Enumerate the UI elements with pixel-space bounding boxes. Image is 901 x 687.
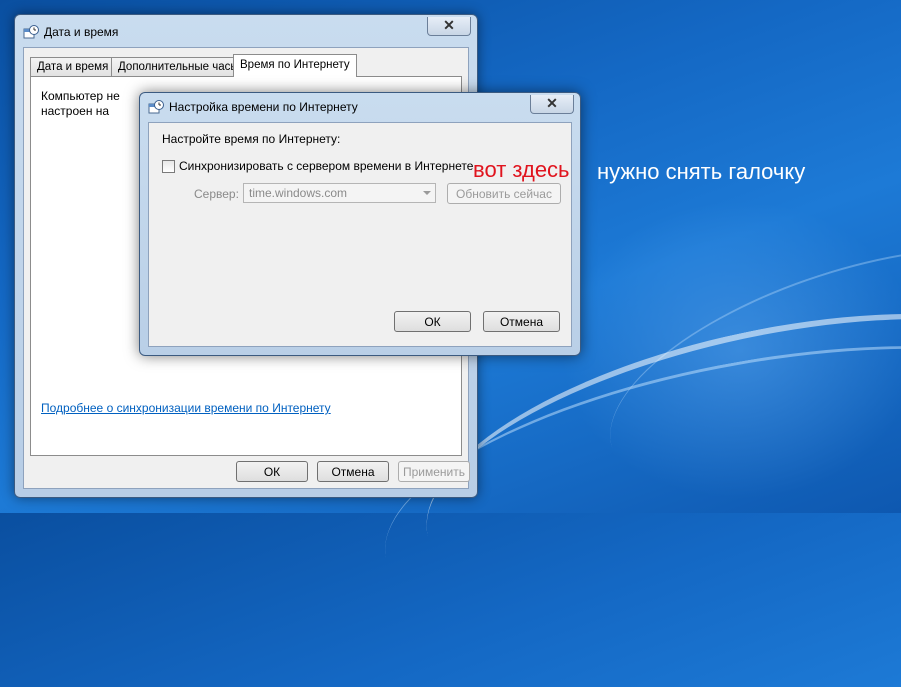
- tab-internet-time[interactable]: Время по Интернету: [233, 54, 357, 77]
- dialog-title: Настройка времени по Интернету: [169, 100, 358, 114]
- internet-time-help-link[interactable]: Подробнее о синхронизации времени по Инт…: [41, 401, 331, 415]
- close-button[interactable]: ✕: [530, 95, 574, 114]
- datetime-icon: [23, 25, 39, 39]
- internet-time-settings-dialog: Настройка времени по Интернету ✕ Настрой…: [139, 92, 581, 356]
- dialog-heading: Настройте время по Интернету:: [162, 132, 341, 146]
- dialog-ok-button[interactable]: ОК: [394, 311, 471, 332]
- chevron-down-icon: [423, 191, 431, 195]
- dialog-body: Настройте время по Интернету: Синхронизи…: [148, 122, 572, 347]
- datetime-icon: [148, 100, 164, 114]
- tab-additional-clocks[interactable]: Дополнительные часы: [111, 57, 246, 76]
- window-titlebar[interactable]: Дата и время ✕: [15, 15, 477, 47]
- server-label: Сервер:: [194, 187, 239, 201]
- server-combobox[interactable]: time.windows.com: [243, 183, 436, 203]
- ok-button[interactable]: ОК: [236, 461, 308, 482]
- tab-date-time[interactable]: Дата и время: [30, 57, 116, 76]
- server-value: time.windows.com: [249, 186, 348, 200]
- apply-button[interactable]: Применить: [398, 461, 470, 482]
- sync-checkbox[interactable]: [162, 160, 175, 173]
- annotation-red-text: вот здесь: [473, 157, 570, 182]
- close-icon: ✕: [443, 17, 455, 33]
- cancel-button[interactable]: Отмена: [317, 461, 389, 482]
- close-icon: ✕: [546, 95, 558, 111]
- update-now-button[interactable]: Обновить сейчас: [447, 183, 561, 204]
- window-title: Дата и время: [44, 25, 119, 39]
- dialog-titlebar[interactable]: Настройка времени по Интернету ✕: [140, 93, 580, 125]
- close-button[interactable]: ✕: [427, 17, 471, 36]
- sync-checkbox-label[interactable]: Синхронизировать с сервером времени в Ин…: [179, 159, 473, 173]
- annotation-white-text: нужно снять галочку: [597, 159, 806, 184]
- dialog-cancel-button[interactable]: Отмена: [483, 311, 560, 332]
